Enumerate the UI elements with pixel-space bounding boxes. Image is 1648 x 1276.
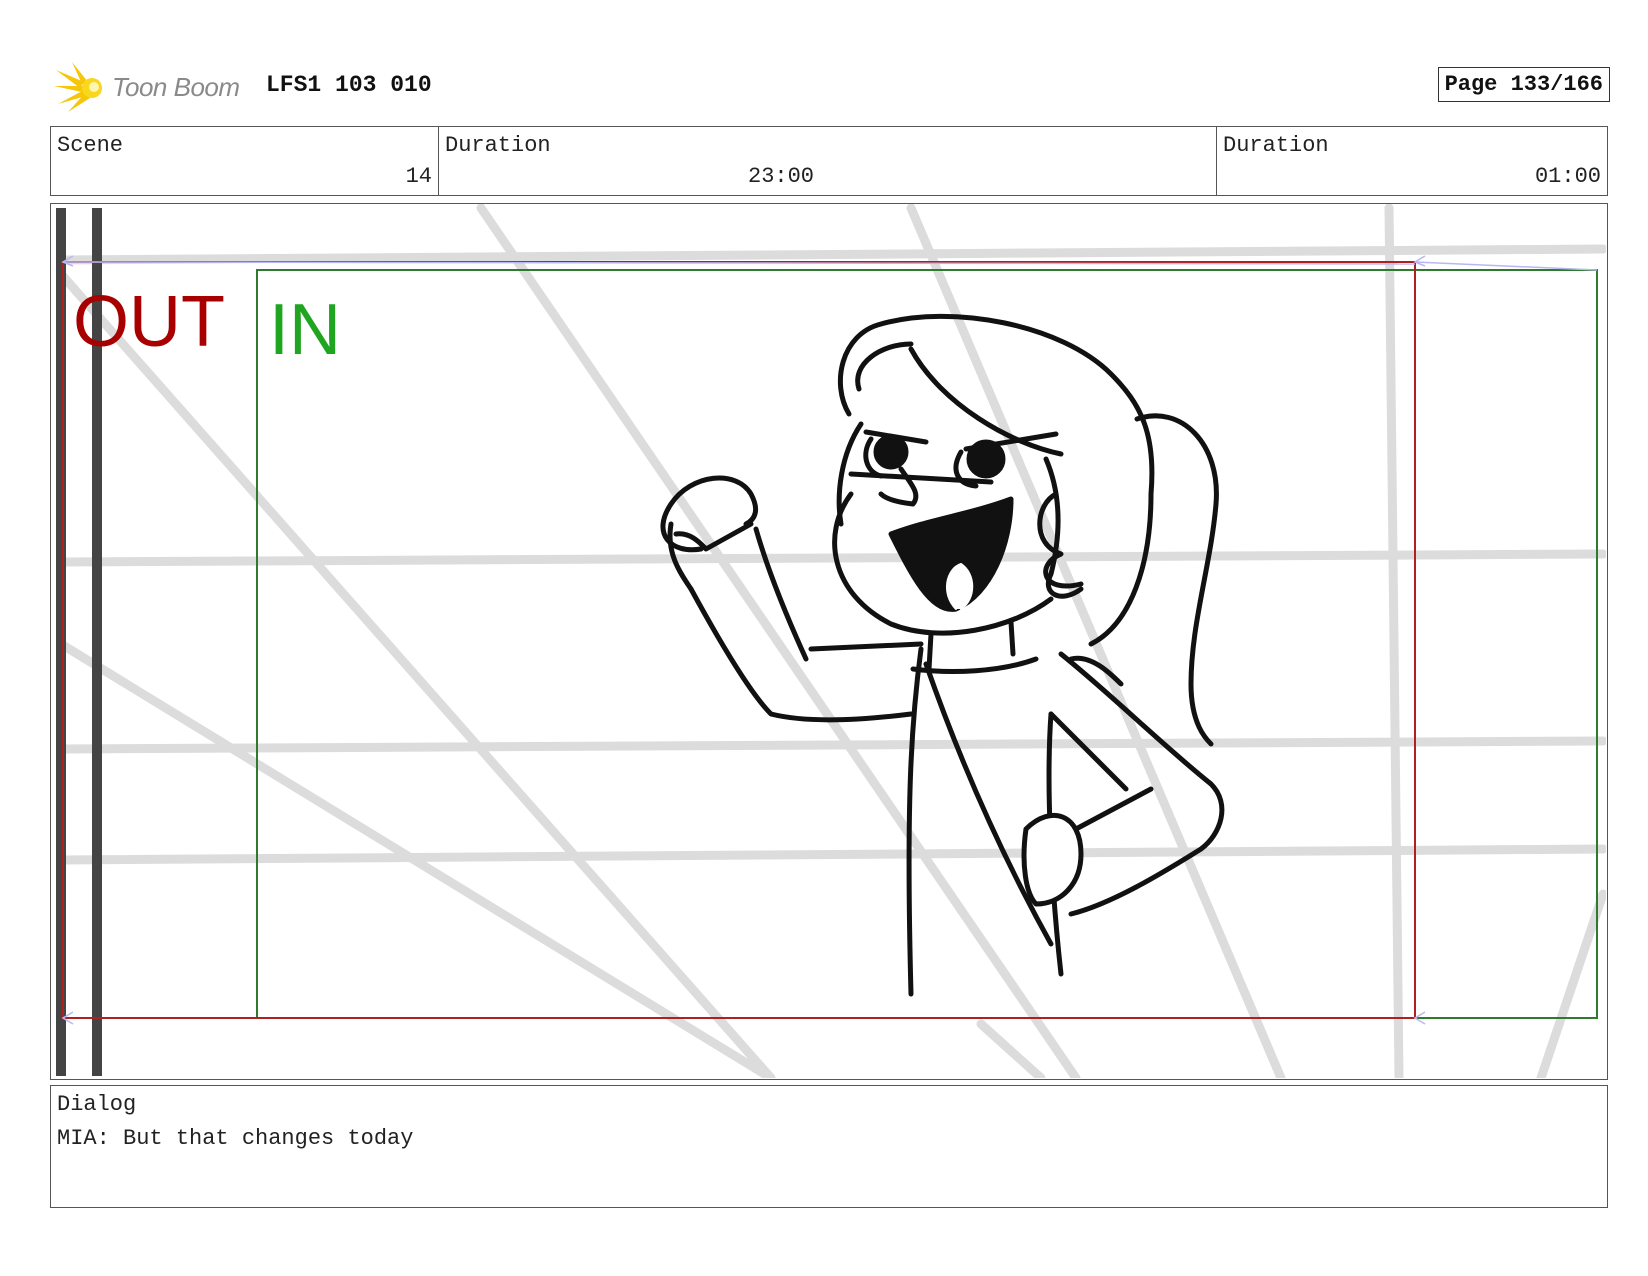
dialog-label: Dialog bbox=[57, 1092, 137, 1117]
storyboard-panel: OUT IN bbox=[50, 203, 1608, 1080]
page-header: Toon Boom LFS1 103 010 Page 133/166 bbox=[50, 56, 1610, 116]
out-label: OUT bbox=[73, 282, 225, 362]
page-counter: Page 133/166 bbox=[1437, 67, 1610, 102]
duration-label: Duration bbox=[445, 133, 551, 158]
logo-text: Toon Boom bbox=[112, 72, 240, 102]
panel-duration-cell: Duration 01:00 bbox=[1217, 127, 1607, 195]
scene-label: Scene bbox=[57, 133, 124, 158]
project-title: LFS1 103 010 bbox=[266, 72, 432, 98]
in-label: IN bbox=[269, 290, 341, 370]
scene-value: 14 bbox=[405, 164, 432, 189]
dialog-text: MIA: But that changes today bbox=[57, 1126, 414, 1151]
toon-boom-logo: Toon Boom bbox=[54, 60, 254, 114]
panel-duration-value: 01:00 bbox=[1534, 164, 1601, 189]
panel-duration-label: Duration bbox=[1223, 133, 1329, 158]
dialog-box: Dialog MIA: But that changes today bbox=[50, 1085, 1608, 1208]
scene-info-row: Scene 14 Duration 23:00 Duration 01:00 bbox=[50, 126, 1608, 196]
out-frame bbox=[62, 261, 1416, 1019]
frame-corner-arrows bbox=[61, 255, 1598, 1025]
duration-cell: Duration 23:00 bbox=[439, 127, 1217, 195]
duration-value: 23:00 bbox=[748, 164, 815, 189]
starburst-icon bbox=[54, 62, 102, 112]
scene-cell: Scene 14 bbox=[51, 127, 439, 195]
panel-drawing: OUT IN bbox=[56, 204, 1606, 1078]
character-sketch bbox=[660, 313, 1225, 997]
